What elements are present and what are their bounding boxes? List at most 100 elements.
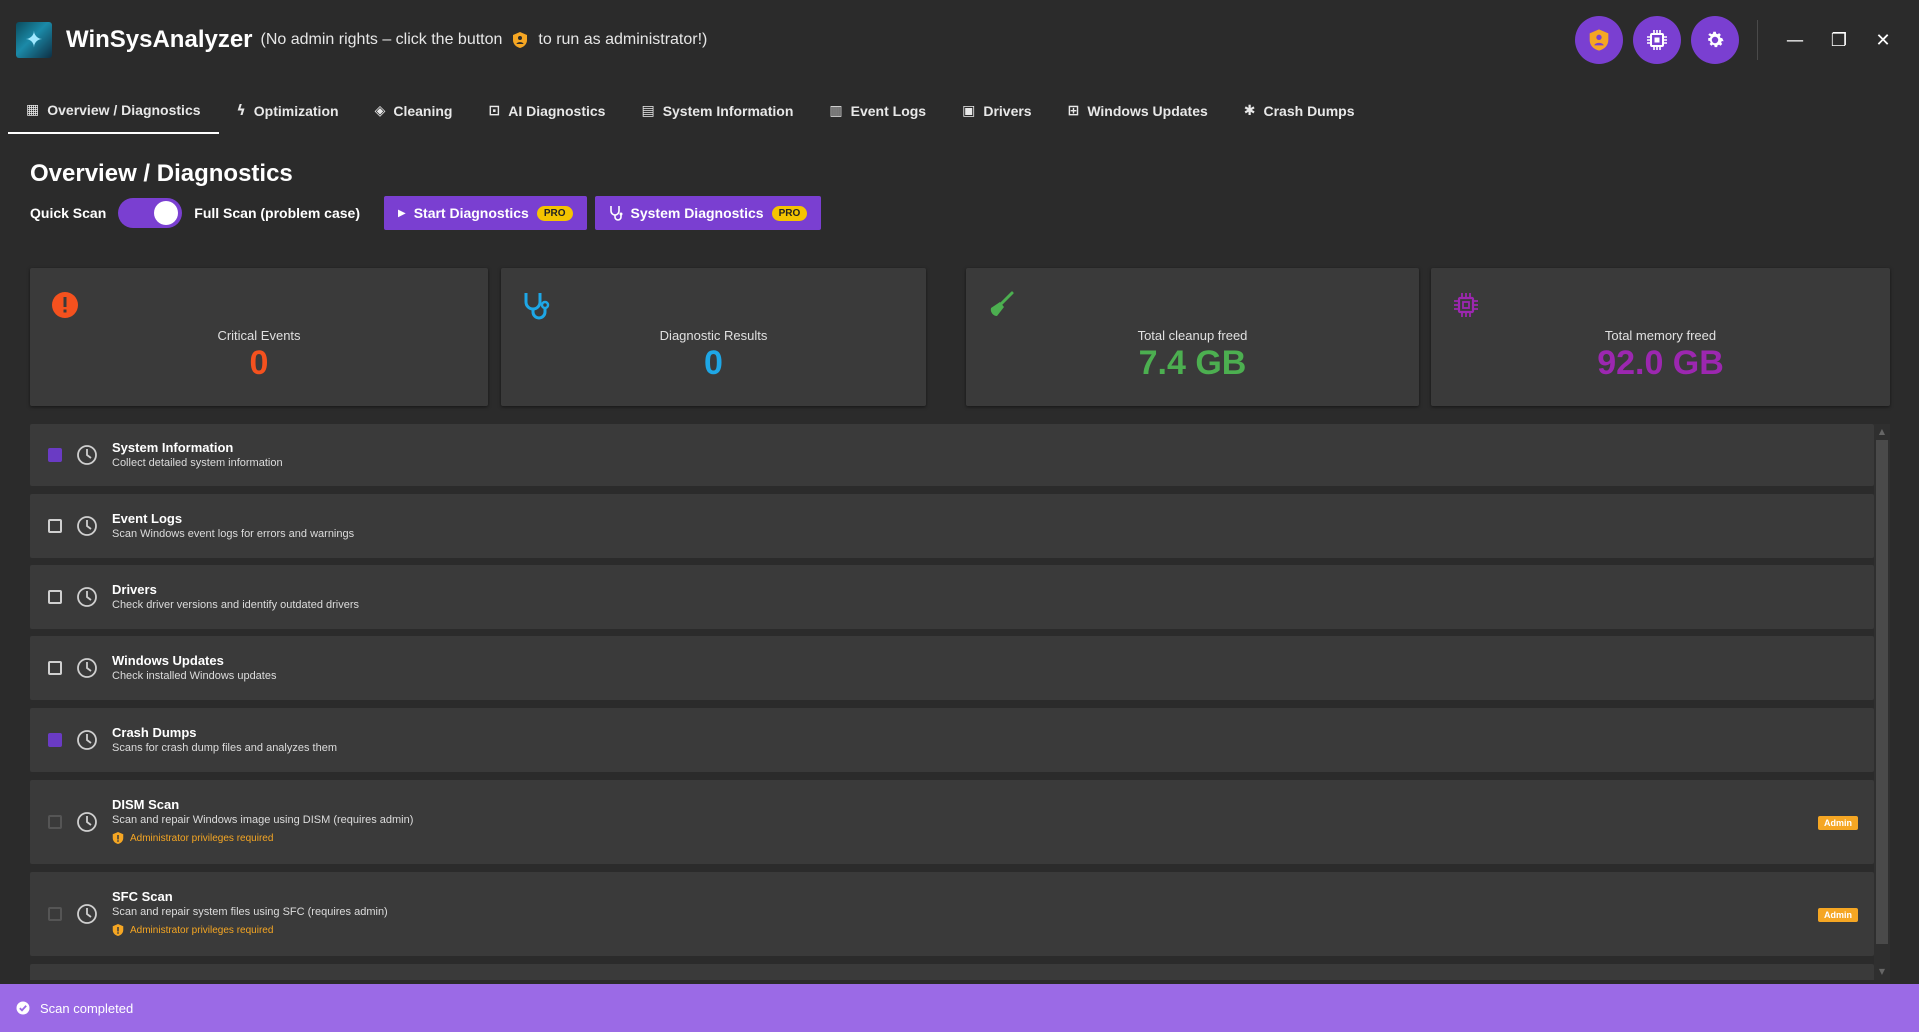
- stat-label: Total cleanup freed: [1137, 328, 1248, 343]
- tab-crash-dumps[interactable]: ✱ Crash Dumps: [1226, 88, 1373, 134]
- admin-note: (No admin rights – click the button to r…: [260, 31, 707, 49]
- tab-ai-diagnostics[interactable]: ⊡ AI Diagnostics: [470, 88, 623, 134]
- task-description: Scans for crash dump files and analyzes …: [112, 742, 338, 754]
- crash-icon: ✱: [1243, 103, 1256, 119]
- task-checkbox[interactable]: [48, 815, 62, 829]
- task-crash-dumps[interactable]: Crash Dumps Scans for crash dump files a…: [30, 708, 1874, 772]
- stat-value: 92.0 GB: [1597, 344, 1724, 382]
- scroll-up-icon[interactable]: ▲: [1877, 427, 1887, 437]
- admin-note-before: (No admin rights – click the button: [260, 31, 503, 48]
- clock-icon: [77, 445, 97, 465]
- tab-label: System Information: [662, 103, 794, 119]
- task-checkbox[interactable]: [48, 519, 62, 533]
- stats-row: Critical Events 0 Diagnostic Results 0 T…: [30, 268, 1890, 408]
- tab-label: Drivers: [983, 103, 1032, 119]
- task-checkbox[interactable]: [48, 661, 62, 675]
- restore-button[interactable]: ❐: [1817, 20, 1861, 60]
- stat-label: Diagnostic Results: [659, 328, 768, 343]
- task-checkbox[interactable]: [48, 590, 62, 604]
- minimize-button[interactable]: —: [1773, 20, 1817, 60]
- gear-icon: [1708, 31, 1724, 48]
- shield-icon: [513, 32, 528, 48]
- stat-value: 0: [704, 344, 723, 382]
- start-diagnostics-button[interactable]: ▶ Start Diagnostics PRO: [383, 196, 587, 230]
- scroll-thumb[interactable]: [1876, 440, 1888, 944]
- task-checkbox[interactable]: [48, 907, 62, 921]
- task-checkbox[interactable]: [48, 448, 62, 462]
- clock-icon: [77, 812, 97, 832]
- task-dism-scan[interactable]: DISM Scan Scan and repair Windows image …: [30, 780, 1874, 864]
- stat-value: 7.4 GB: [1138, 344, 1247, 382]
- status-text: Scan completed: [40, 1000, 134, 1016]
- tab-label: Windows Updates: [1087, 103, 1208, 119]
- run-as-admin-button[interactable]: [1575, 16, 1623, 64]
- task-sfc-scan[interactable]: SFC Scan Scan and repair system files us…: [30, 872, 1874, 956]
- status-bar: Scan completed: [0, 984, 1919, 1032]
- admin-requirement-note: Administrator privileges required: [112, 831, 273, 845]
- admin-note-text: Administrator privileges required: [130, 832, 274, 844]
- task-checkbox[interactable]: [48, 733, 62, 747]
- task-drivers[interactable]: Drivers Check driver versions and identi…: [30, 565, 1874, 629]
- stat-card-diagnostic-results: Diagnostic Results 0: [501, 268, 926, 406]
- scan-controls: Quick Scan Full Scan (problem case) ▶ St…: [30, 196, 822, 230]
- pro-badge: PRO: [771, 205, 808, 221]
- page-title: Overview / Diagnostics: [30, 160, 293, 187]
- task-description: Scan and repair Windows image using DISM…: [112, 814, 414, 826]
- task-description: Check installed Windows updates: [112, 670, 277, 682]
- admin-badge: Admin: [1818, 908, 1858, 922]
- stethoscope-icon: [609, 206, 622, 221]
- tab-cleaning[interactable]: ◈ Cleaning: [357, 88, 471, 134]
- play-icon: ▶: [397, 207, 406, 219]
- update-icon: ⊞: [1067, 103, 1080, 119]
- toggle-knob: [154, 201, 179, 225]
- task-name: Drivers: [112, 582, 157, 597]
- tab-label: AI Diagnostics: [508, 103, 606, 119]
- task-name: Crash Dumps: [112, 725, 197, 740]
- tab-overview-diagnostics[interactable]: ▦ Overview / Diagnostics: [8, 88, 219, 134]
- task-partial: [30, 964, 1874, 980]
- task-description: Check driver versions and identify outda…: [112, 599, 360, 611]
- scroll-down-icon[interactable]: ▼: [1877, 967, 1887, 977]
- app-title: WinSysAnalyzer: [66, 26, 253, 53]
- system-resources-button[interactable]: [1633, 16, 1681, 64]
- diagnostic-task-list: System Information Collect detailed syst…: [30, 424, 1874, 980]
- system-diagnostics-button[interactable]: System Diagnostics PRO: [594, 196, 822, 230]
- robot-icon: ⊡: [488, 103, 501, 119]
- task-windows-updates[interactable]: Windows Updates Check installed Windows …: [30, 636, 1874, 700]
- close-button[interactable]: ✕: [1861, 20, 1905, 60]
- window-controls-divider: [1757, 20, 1758, 60]
- tab-windows-updates[interactable]: ⊞ Windows Updates: [1050, 88, 1226, 134]
- shield-user-icon: [1589, 29, 1609, 51]
- bolt-icon: ϟ: [236, 103, 246, 119]
- scan-mode-toggle[interactable]: [118, 198, 183, 228]
- clock-icon: [77, 730, 97, 750]
- tab-event-logs[interactable]: ▥ Event Logs: [811, 88, 944, 134]
- clock-icon: [77, 587, 97, 607]
- task-system-information[interactable]: System Information Collect detailed syst…: [30, 424, 1874, 486]
- cpu-icon: [1647, 30, 1667, 50]
- task-event-logs[interactable]: Event Logs Scan Windows event logs for e…: [30, 494, 1874, 558]
- settings-button[interactable]: [1691, 16, 1739, 64]
- clock-icon: [77, 904, 97, 924]
- tab-label: Cleaning: [393, 103, 453, 119]
- memory-chip-icon: [1454, 293, 1478, 317]
- stethoscope-icon: [524, 293, 550, 320]
- broom-icon: [990, 291, 1014, 316]
- tab-optimization[interactable]: ϟ Optimization: [219, 88, 357, 134]
- check-circle-icon: [16, 1001, 30, 1015]
- stat-card-cleanup-freed: Total cleanup freed 7.4 GB: [966, 268, 1419, 406]
- task-name: Event Logs: [112, 511, 183, 526]
- quick-scan-label: Quick Scan: [30, 205, 107, 221]
- tab-system-information[interactable]: ▤ System Information: [623, 88, 811, 134]
- admin-requirement-note: Administrator privileges required: [112, 923, 273, 937]
- task-name: SFC Scan: [112, 889, 173, 904]
- clock-icon: [77, 516, 97, 536]
- stat-card-memory-freed: Total memory freed 92.0 GB: [1431, 268, 1890, 406]
- task-list-scrollbar[interactable]: ▲ ▼: [1874, 424, 1890, 980]
- task-name: System Information: [112, 440, 234, 455]
- tab-drivers[interactable]: ▣ Drivers: [944, 88, 1050, 134]
- shield-icon: [112, 924, 124, 936]
- task-description: Scan Windows event logs for errors and w…: [112, 528, 355, 540]
- monitor-icon: ▤: [641, 103, 655, 119]
- full-scan-label: Full Scan (problem case): [194, 205, 360, 221]
